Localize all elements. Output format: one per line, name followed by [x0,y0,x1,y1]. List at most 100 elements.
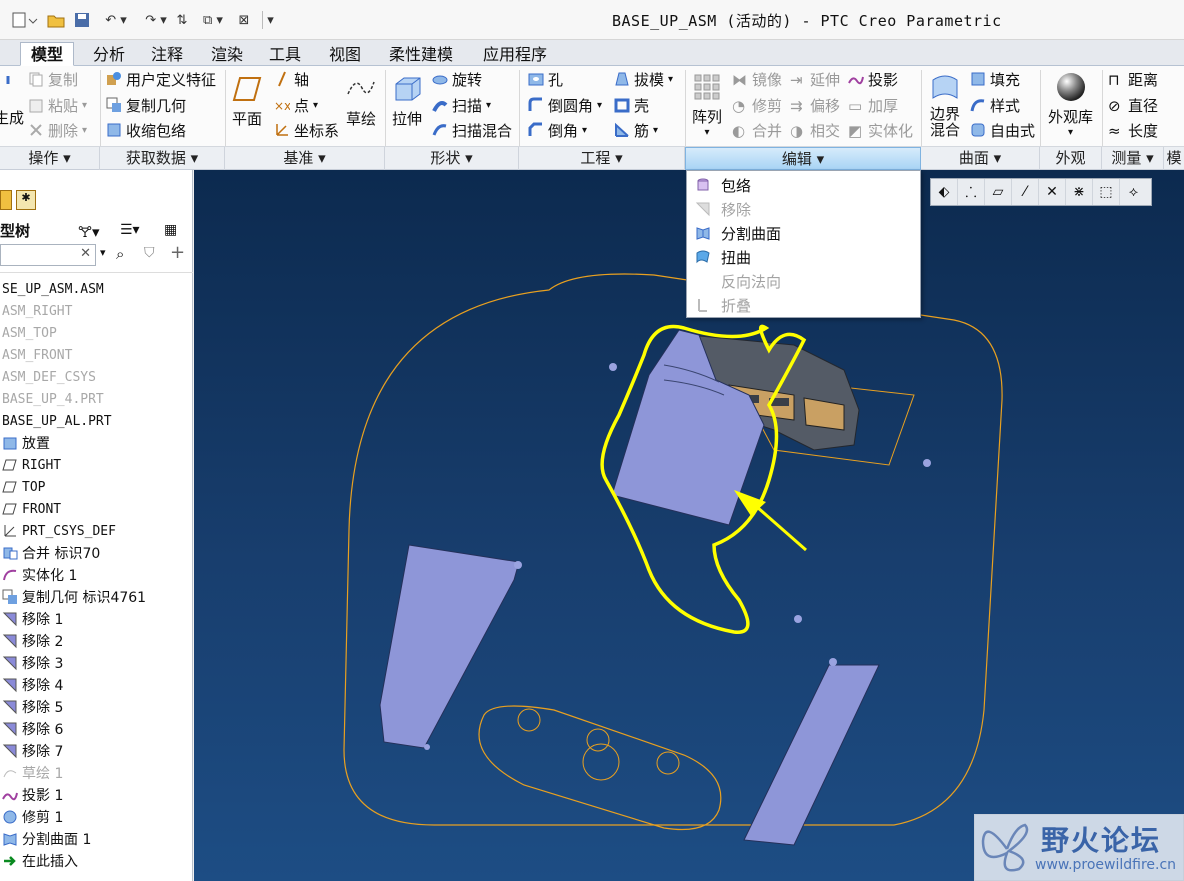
group-editing[interactable]: 编辑 ▾ [685,147,921,170]
tree-item[interactable]: RIGHT [2,454,61,476]
tab-tools[interactable]: 工具 [258,42,312,66]
save-icon[interactable] [72,11,92,29]
tree-item[interactable]: 移除 6 [2,718,63,740]
freestyle-button[interactable]: 自由式 [970,119,1035,141]
regen-button[interactable] [0,72,16,94]
tree-item[interactable]: ASM_DEF_CSYS [2,366,96,388]
sweep-blend-button[interactable]: 扫描混合 [432,119,512,141]
tree-filter-list-icon[interactable]: ☰▾ [120,222,140,238]
point-display-icon[interactable]: ✕ [1039,179,1066,205]
thicken-button[interactable]: ▭ 加厚 [848,94,898,116]
plane-button[interactable]: 平面 [232,74,262,129]
pattern-button[interactable]: 阵列 ▾ [692,72,722,138]
sketch-button[interactable]: 草绘 [346,74,376,129]
regenerate-icon[interactable]: ⇅ [172,11,192,29]
clear-search-icon[interactable]: ✕ [80,246,91,261]
tree-item[interactable]: 修剪 1 [2,806,63,828]
tab-view[interactable]: 视图 [318,42,372,66]
group-engineering[interactable]: 工程 ▾ [519,147,685,170]
tree-item[interactable]: 投影 1 [2,784,63,806]
project-button[interactable]: 投影 [848,68,898,90]
tab-annotate[interactable]: 注释 [140,42,194,66]
tree-item[interactable]: ASM_RIGHT [2,300,72,322]
tree-item[interactable]: FRONT [2,498,61,520]
axis-button[interactable]: 轴 [274,68,309,90]
redo-icon[interactable]: ↷ ▾ [136,11,176,29]
boundary-blend-button[interactable]: 边界混合 [928,72,962,138]
menu-item[interactable]: 扭曲 [687,245,920,269]
menu-item[interactable]: 包络 [687,173,920,197]
hole-button[interactable]: 孔 [528,68,563,90]
tree-item[interactable]: 复制几何 标识4761 [2,586,146,608]
merge-button[interactable]: ◐ 合并 [732,119,782,141]
tree-columns-icon[interactable]: ▦ [164,222,177,238]
customize-toolbar-icon[interactable]: ▾ [262,11,278,29]
diameter-button[interactable]: ⊘ 直径 [1108,94,1158,116]
shrinkwrap-button[interactable]: 收缩包络 [106,119,186,141]
open-folder-icon[interactable] [46,11,66,29]
filter-icon[interactable]: ⛉ [144,245,155,261]
rib-button[interactable]: 筋 ▾ [614,119,658,141]
tree-item[interactable]: 移除 4 [2,674,63,696]
tree-item[interactable]: 移除 7 [2,740,63,762]
revolve-button[interactable]: 旋转 [432,68,482,90]
copy-button[interactable]: 复制 [28,68,78,90]
delete-button[interactable]: 删除 ▾ [28,119,87,141]
intersect-button[interactable]: ◑ 相交 [790,119,840,141]
group-get-data[interactable]: 获取数据 ▾ [100,147,225,170]
tab-flexible-modeling[interactable]: 柔性建模 [378,42,464,66]
mirror-button[interactable]: ⧓ 镜像 [732,68,782,90]
tab-analysis[interactable]: 分析 [82,42,136,66]
close-window-icon[interactable]: ⊠ [234,11,254,29]
file-menu-tab[interactable] [0,42,14,66]
menu-item[interactable]: 分割曲面 [687,221,920,245]
windows-icon[interactable]: ⧉ ▾ [196,11,230,29]
annotation-display-icon[interactable]: ⬚ [1093,179,1120,205]
chamfer-button[interactable]: 倒角 ▾ [528,119,587,141]
extrude-button[interactable]: 拉伸 [392,74,422,129]
tree-item[interactable]: 实体化 1 [2,564,77,586]
menu-item[interactable]: 反向法向 [687,269,920,293]
round-button[interactable]: 倒圆角 ▾ [528,94,602,116]
group-surfaces[interactable]: 曲面 ▾ [921,147,1040,170]
tree-item[interactable]: 放置 [2,432,50,454]
trim-button[interactable]: ◔ 修剪 [732,94,782,116]
search-dropdown-icon[interactable]: ▾ [100,246,106,259]
group-appearance[interactable]: 外观 [1040,147,1102,170]
group-datum[interactable]: 基准 ▾ [225,147,385,170]
tree-item[interactable]: SE_UP_ASM.ASM [2,278,104,300]
axis-toggle-icon[interactable]: ⁄ [1012,179,1039,205]
tree-item[interactable]: BASE_UP_AL.PRT [2,410,112,432]
tree-item[interactable]: 在此插入 [2,850,78,872]
shell-button[interactable]: 壳 [614,94,649,116]
group-operations[interactable]: 操作 ▾ [0,147,100,170]
datum-display-icon[interactable]: ⟡ [1120,179,1147,205]
tree-item[interactable]: 分割曲面 1 [2,828,91,850]
length-button[interactable]: ≈ 长度 [1108,119,1158,141]
menu-item[interactable]: 折叠 [687,293,920,317]
folder-browser-tab-icon[interactable]: ✱ [16,190,36,210]
sweep-button[interactable]: 扫描 ▾ [432,94,491,116]
plane-display-icon[interactable]: ▱ [985,179,1012,205]
paste-button[interactable]: 粘贴 ▾ [28,94,87,116]
solidify-button[interactable]: ◩ 实体化 [848,119,913,141]
distance-button[interactable]: ⊓ 距离 [1108,68,1158,90]
udf-button[interactable]: 用户定义特征 [106,68,216,90]
style-button[interactable]: 样式 [970,94,1020,116]
group-measure[interactable]: 测量 ▾ [1102,147,1164,170]
tree-item[interactable]: 移除 3 [2,652,63,674]
tree-item[interactable]: 合并 标识70 [2,542,100,564]
tree-item[interactable]: ASM_FRONT [2,344,72,366]
copy-geometry-button[interactable]: 复制几何 [106,94,186,116]
tree-item[interactable]: 移除 1 [2,608,63,630]
fill-button[interactable]: 填充 [970,68,1020,90]
csys-display-icon[interactable]: ⋇ [1066,179,1093,205]
undo-icon[interactable]: ↶ ▾ [96,11,136,29]
offset-button[interactable]: ⇉ 偏移 [790,94,840,116]
draft-button[interactable]: 拔模 ▾ [614,68,673,90]
spin-center-icon[interactable]: ⬖ [931,179,958,205]
tree-item[interactable]: 移除 5 [2,696,63,718]
tree-item[interactable]: TOP [2,476,45,498]
tab-render[interactable]: 渲染 [200,42,254,66]
tree-item[interactable]: BASE_UP_4.PRT [2,388,104,410]
